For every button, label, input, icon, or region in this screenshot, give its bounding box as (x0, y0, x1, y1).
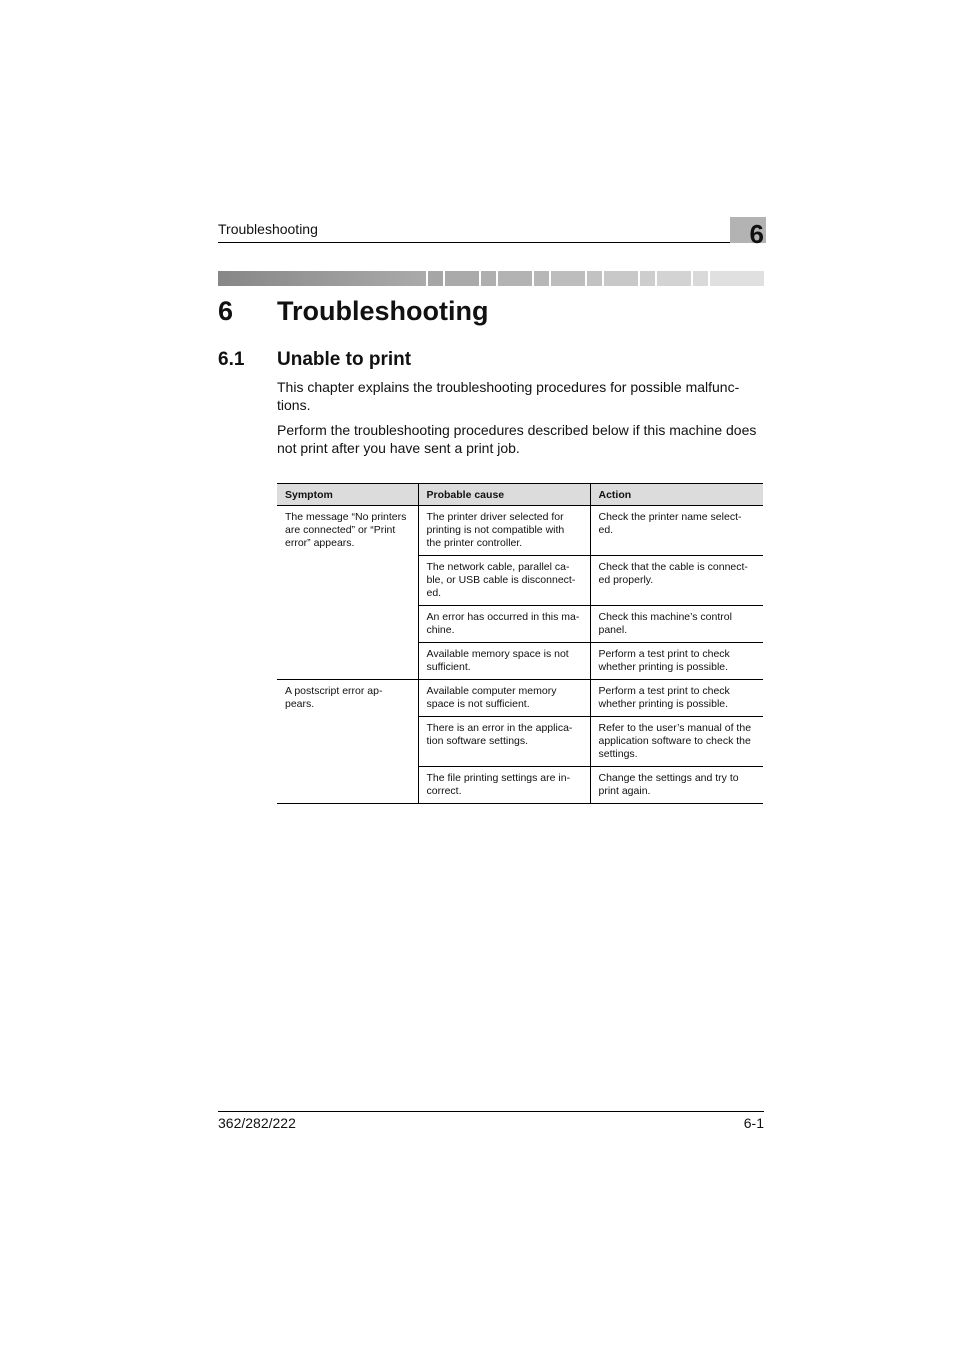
symptom-cell: The message “No printers are connected” … (277, 505, 418, 680)
cause-cell: The printer driver selected for printing… (417, 505, 590, 556)
band-segment (498, 271, 532, 286)
action-cell: Change the settings and try to print aga… (589, 766, 763, 804)
band-segment (693, 271, 709, 286)
header-action: Action (589, 483, 763, 506)
action-cell: Perform a test print to check whether pr… (589, 642, 763, 680)
chapter-title: Troubleshooting (277, 296, 489, 326)
section-number: 6.1 (218, 349, 245, 370)
band-gradient (218, 271, 426, 286)
band-segment (551, 271, 585, 286)
footer-page-number: 6-1 (743, 1115, 764, 1131)
band-segment (445, 271, 479, 286)
cause-cell: The network cable, parallel ca-ble, or U… (417, 555, 590, 606)
band-segment (427, 271, 444, 286)
band-segment (657, 271, 692, 286)
band-segment (586, 271, 603, 286)
action-cell: Check the printer name select-ed. (589, 505, 763, 556)
symptom-cell: A postscript error ap-pears. (277, 679, 418, 804)
table-header-row: Symptom Probable cause Action (277, 483, 763, 506)
header-symptom: Symptom (277, 483, 418, 506)
decorative-gradient-band (218, 271, 765, 286)
chapter-number: 6 (218, 296, 234, 326)
intro-paragraph: This chapter explains the troubleshootin… (277, 379, 740, 413)
troubleshooting-table: Symptom Probable cause Action The messag… (277, 483, 763, 804)
band-segment (533, 271, 550, 286)
header-probable-cause: Probable cause (417, 483, 590, 506)
band-segment (710, 271, 765, 286)
chapter-tab-number: 6 (749, 219, 764, 249)
chapter-tab: 6 (730, 217, 766, 247)
running-header: Troubleshooting 6 (218, 217, 766, 247)
page-footer: 362/282/222 6-1 (218, 1111, 764, 1131)
action-cell: Perform a test print to check whether pr… (589, 679, 763, 717)
footer-model-number: 362/282/222 (218, 1115, 296, 1131)
instruction-paragraph: Perform the troubleshooting procedures d… (277, 422, 757, 456)
cause-cell: Available memory space is not sufficient… (417, 642, 590, 680)
table-row: A postscript error ap-pears. Available c… (277, 679, 763, 804)
band-segment (640, 271, 656, 286)
band-segment (480, 271, 497, 286)
cause-cell: The file printing settings are in-correc… (417, 766, 590, 804)
cause-cell: An error has occurred in this ma-chine. (417, 605, 590, 643)
cause-cell: Available computer memory space is not s… (417, 679, 590, 717)
table-row: The message “No printers are connected” … (277, 505, 763, 680)
action-cell: Check this machine’s control panel. (589, 605, 763, 643)
action-cell: Check that the cable is connect-ed prope… (589, 555, 763, 606)
cause-cell: There is an error in the applica-tion so… (417, 716, 590, 767)
band-segment (604, 271, 639, 286)
section-title: Unable to print (277, 349, 412, 370)
action-cell: Refer to the user’s manual of the applic… (589, 716, 763, 767)
running-header-title: Troubleshooting (218, 221, 318, 237)
